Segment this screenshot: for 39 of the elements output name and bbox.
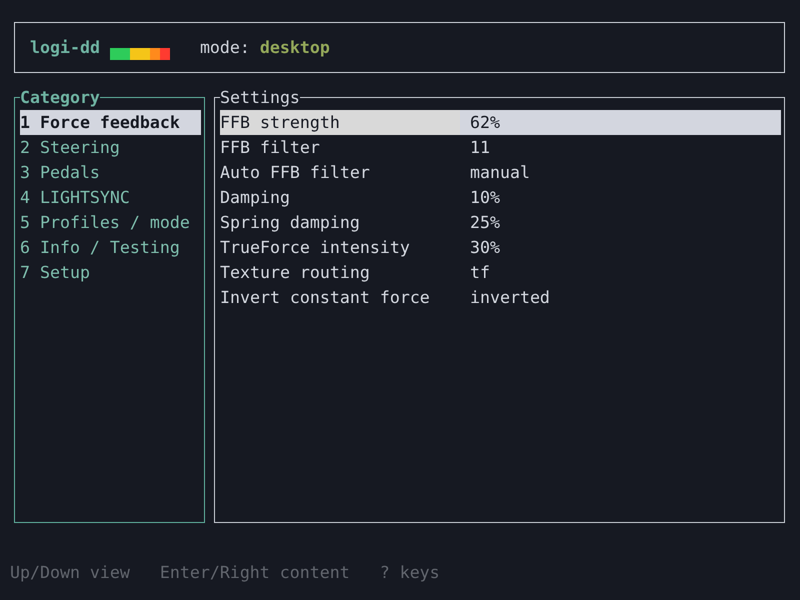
key-hint: Enter/Right content: [160, 562, 350, 584]
setting-label: Damping: [220, 187, 291, 209]
category-item[interactable]: 5 Profiles / mode: [20, 210, 201, 235]
setting-label: FFB strength: [220, 110, 460, 135]
setting-label: TrueForce intensity: [220, 237, 411, 259]
setting-value: 11: [469, 137, 490, 159]
panel-title: Category: [20, 87, 100, 109]
setting-value: 25%: [469, 212, 500, 234]
settings-row[interactable]: FFB filter 11: [220, 135, 781, 160]
category-item[interactable]: 7 Setup: [20, 260, 201, 285]
settings-row[interactable]: Invert constant force inverted: [220, 285, 781, 310]
setting-value: 10%: [469, 187, 500, 209]
category-item[interactable]: 4 LIGHTSYNC: [20, 185, 201, 210]
settings-row[interactable]: FFB strength 62%: [220, 110, 781, 135]
setting-value: inverted: [469, 287, 550, 309]
setting-value: tf: [469, 262, 490, 284]
category-item[interactable]: 2 Steering: [20, 135, 201, 160]
panel-title: Settings: [220, 87, 300, 109]
settings-row[interactable]: Auto FFB filter manual: [220, 160, 781, 185]
key-hint: ? keys: [380, 562, 440, 584]
category-item[interactable]: 1 Force feedback: [20, 110, 201, 135]
key-hint: Up/Down view: [10, 562, 130, 584]
setting-value: 62%: [469, 112, 500, 134]
setting-value: manual: [469, 162, 530, 184]
settings-row[interactable]: TrueForce intensity 30%: [220, 235, 781, 260]
setting-label: Auto FFB filter: [220, 162, 371, 184]
setting-value: 30%: [469, 237, 500, 259]
mode-label: mode:: [200, 37, 250, 59]
category-item[interactable]: 6 Info / Testing: [20, 235, 201, 260]
settings-row[interactable]: Spring damping 25%: [220, 210, 781, 235]
setting-label: FFB filter: [220, 137, 321, 159]
mode-value: desktop: [260, 37, 330, 59]
setting-label: Invert constant force: [220, 287, 431, 309]
setting-label: Texture routing: [220, 262, 371, 284]
app-name: logi-dd: [30, 37, 100, 59]
category-item[interactable]: 3 Pedals: [20, 160, 201, 185]
setting-label: Spring damping: [220, 212, 361, 234]
settings-row[interactable]: Damping 10%: [220, 185, 781, 210]
settings-row[interactable]: Texture routing tf: [220, 260, 781, 285]
